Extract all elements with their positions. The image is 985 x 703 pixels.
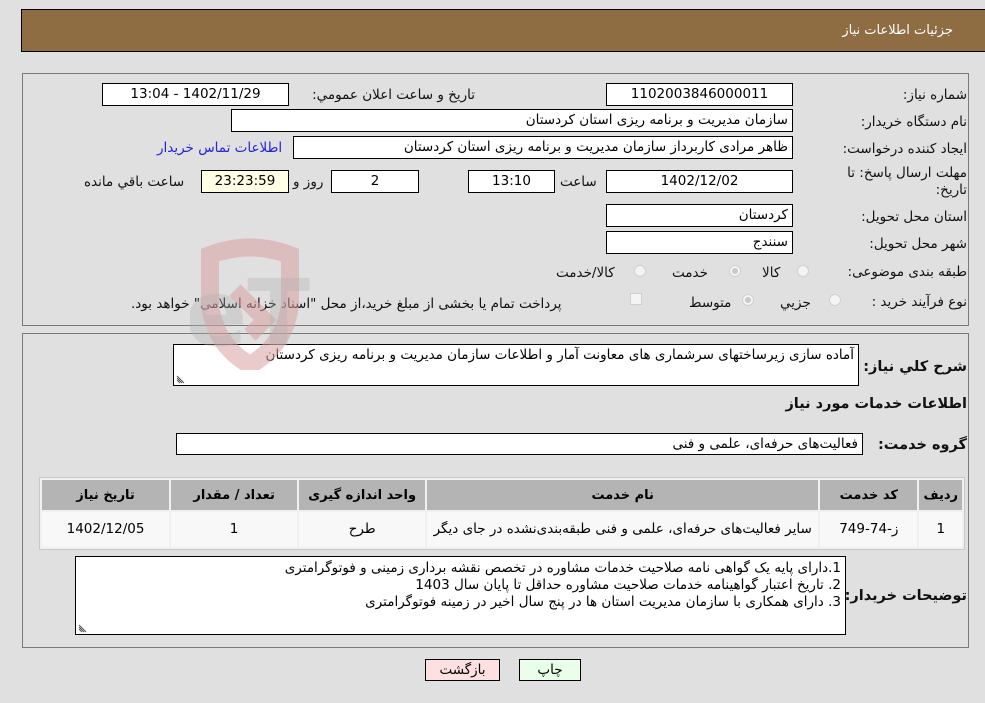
buyer-contact-link[interactable]: اطلاعات تماس خریدار — [157, 140, 282, 156]
services-section-title: اطلاعات خدمات مورد نیاز — [785, 396, 967, 412]
category-option-goods-service: کالا/خدمت — [556, 265, 615, 281]
category-option-goods: کالا — [762, 265, 781, 281]
province-label: استان محل تحویل: — [861, 209, 967, 225]
page-header: جزئیات اطلاعات نیاز — [21, 9, 985, 52]
deadline-date-field: 1402/12/02 — [606, 170, 793, 193]
process-label: نوع فرآیند خرید : — [871, 294, 967, 310]
col-header-quantity: تعداد / مقدار — [171, 480, 298, 510]
category-radio-goods[interactable] — [797, 265, 809, 277]
buyer-note-line-1: 1.دارای پایه یک گواهی نامه صلاحیت خدمات … — [284, 560, 841, 576]
announce-datetime-field: 1402/11/29 - 13:04 — [102, 83, 289, 106]
cell-row-number: 1 — [919, 512, 962, 547]
buyer-org-field: سازمان مدیریت و برنامه ریزی استان کردستا… — [231, 109, 793, 132]
cell-quantity: 1 — [171, 512, 298, 547]
process-radio-medium[interactable] — [742, 294, 754, 306]
category-option-service: خدمت — [672, 265, 708, 281]
service-group-label: گروه خدمت: — [877, 437, 967, 453]
back-button[interactable]: بازگشت — [425, 659, 500, 681]
city-field: سنندج — [606, 231, 793, 254]
creator-field: ظاهر مرادی کاربرداز سازمان مدیریت و برنا… — [293, 136, 793, 159]
buyer-org-label: نام دستگاه خریدار: — [860, 114, 967, 130]
col-header-unit: واحد اندازه گیری — [299, 480, 426, 510]
buyer-note-line-3: 3. دارای همکاری با سازمان مدیریت استان ه… — [365, 594, 841, 610]
deadline-label-line2: تاریخ: — [935, 182, 967, 198]
buyer-notes-label: توضیحات خریدار: — [844, 588, 967, 604]
page-title: جزئیات اطلاعات نیاز — [842, 23, 953, 38]
time-label: ساعت — [560, 174, 597, 190]
buyer-note-line-2: 2. تاریخ اعتبار گواهینامه خدمات صلاحیت م… — [415, 577, 841, 593]
creator-label: ایجاد کننده درخواست: — [842, 141, 967, 157]
col-header-service-code: کد خدمت — [820, 480, 918, 510]
deadline-time-field: 13:10 — [468, 170, 555, 193]
treasury-payment-checkbox[interactable] — [630, 293, 642, 305]
need-number-field: 1102003846000011 — [606, 83, 793, 106]
table-header-row: ردیف کد خدمت نام خدمت واحد اندازه گیری ت… — [42, 480, 962, 510]
resize-grip-icon[interactable] — [176, 375, 185, 384]
need-number-label: شماره نیاز: — [902, 87, 967, 103]
payment-note: پرداخت تمام یا بخشی از مبلغ خرید،از محل … — [131, 296, 562, 312]
description-text: آماده سازی زیرساختهای سرشماری های معاونت… — [265, 347, 854, 363]
cell-service-code: ز-74-749 — [820, 512, 918, 547]
resize-grip-icon[interactable] — [78, 624, 87, 633]
category-label: طبقه بندی موضوعی: — [847, 264, 967, 280]
days-label: روز و — [293, 174, 324, 190]
process-option-medium: متوسط — [689, 295, 732, 311]
category-radio-service[interactable] — [729, 265, 741, 277]
col-header-row-number: ردیف — [919, 480, 962, 510]
process-radio-minor[interactable] — [829, 294, 841, 306]
col-header-need-date: تاریخ نیاز — [42, 480, 170, 510]
category-radio-goods-service[interactable] — [634, 265, 646, 277]
col-header-service-name: نام خدمت — [427, 480, 819, 510]
services-table: ردیف کد خدمت نام خدمت واحد اندازه گیری ت… — [39, 477, 965, 550]
city-label: شهر محل تحویل: — [869, 236, 967, 252]
cell-need-date: 1402/12/05 — [42, 512, 170, 547]
cell-unit: طرح — [299, 512, 426, 547]
table-row: 1 ز-74-749 سایر فعالیت‌های حرفه‌ای، علمی… — [42, 512, 962, 547]
announce-label: تاریخ و ساعت اعلان عمومي: — [312, 87, 475, 103]
province-field: کردستان — [606, 204, 793, 227]
description-textarea[interactable]: آماده سازی زیرساختهای سرشماری های معاونت… — [173, 344, 859, 386]
process-option-minor: جزیي — [780, 295, 811, 311]
description-label: شرح کلي نیاز: — [863, 359, 967, 375]
buyer-notes-textarea[interactable]: 1.دارای پایه یک گواهی نامه صلاحیت خدمات … — [75, 556, 846, 635]
days-remaining-field: 2 — [331, 170, 419, 193]
remaining-time-field: 23:23:59 — [201, 170, 289, 193]
remaining-label: ساعت باقي مانده — [84, 174, 185, 190]
deadline-label: مهلت ارسال پاسخ: تا — [847, 165, 967, 181]
service-group-field: فعالیت‌های حرفه‌ای، علمی و فنی — [176, 433, 863, 455]
print-button[interactable]: چاپ — [519, 659, 581, 681]
cell-service-name: سایر فعالیت‌های حرفه‌ای، علمی و فنی طبقه… — [427, 512, 819, 547]
